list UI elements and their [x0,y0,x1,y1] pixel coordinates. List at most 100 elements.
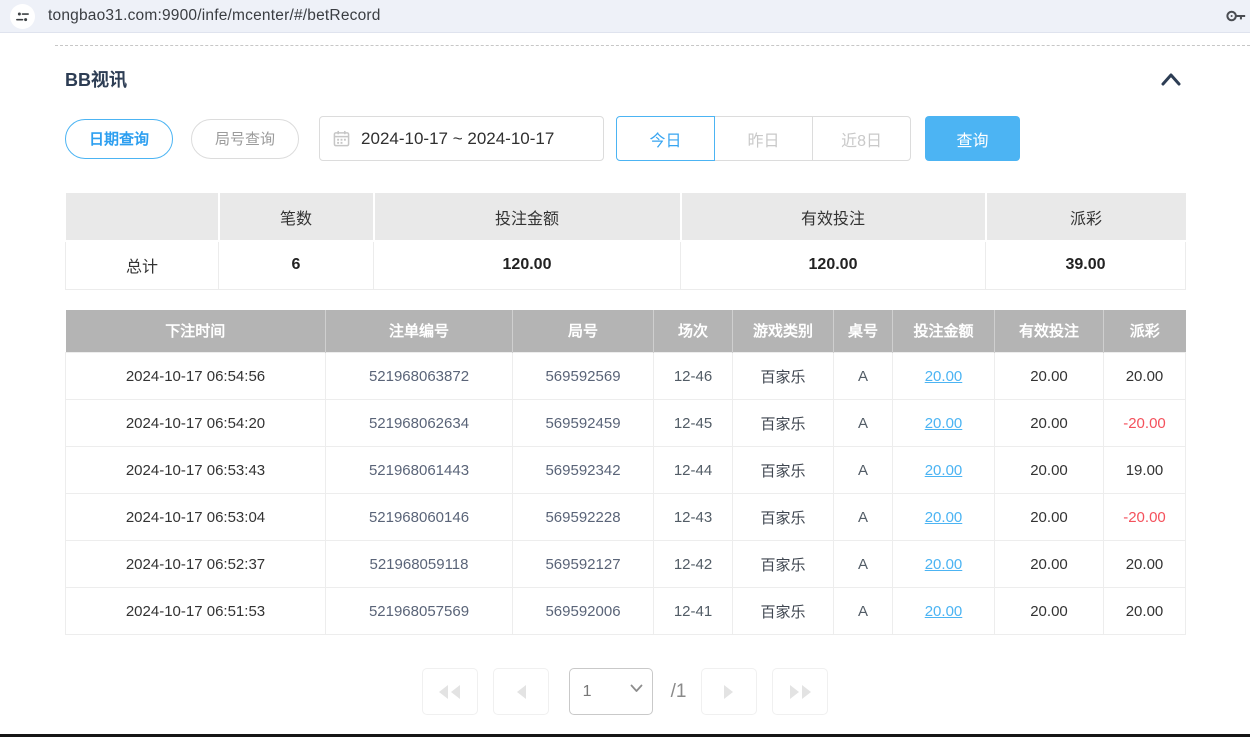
summary-header-empty [66,193,219,241]
bet-amount-link[interactable]: 20.00 [925,415,963,432]
bet-time-cell: 2024-10-17 06:51:53 [66,588,326,635]
order-number-cell: 521968062634 [326,400,513,447]
double-right-arrow-icon [787,684,813,700]
summary-header-valid-bet: 有效投注 [681,193,986,241]
quick-date-group: 今日 昨日 近8日 [616,116,911,161]
bet-amount-link[interactable]: 20.00 [925,509,963,526]
summary-header-count: 笔数 [219,193,374,241]
filter-toolbar: 日期查询 局号查询 2024-10-17 ~ 2024-10- [65,116,1185,161]
right-arrow-icon [722,684,736,700]
dashed-separator [55,45,1250,46]
table-row: 2024-10-17 06:54:20521968062634569592459… [66,400,1186,447]
session-cell: 12-46 [654,353,733,400]
page-select[interactable]: 1 [569,668,653,715]
session-cell: 12-41 [654,588,733,635]
summary-header-payout: 派彩 [986,193,1186,241]
collapse-section-button[interactable] [1157,69,1185,89]
game-type-cell: 百家乐 [733,494,834,541]
table-number-cell: A [834,400,893,447]
payout-cell: 20.00 [1104,588,1186,635]
payout-cell: 20.00 [1104,353,1186,400]
last-page-button[interactable] [772,668,828,715]
round-number-cell: 569592228 [513,494,654,541]
valid-bet-cell: 20.00 [995,588,1104,635]
bet-amount-link[interactable]: 20.00 [925,603,963,620]
order-number-cell: 521968061443 [326,447,513,494]
left-arrow-icon [514,684,528,700]
bet-amount-link[interactable]: 20.00 [925,462,963,479]
bet-amount-cell: 20.00 [893,541,995,588]
bet-time-cell: 2024-10-17 06:54:56 [66,353,326,400]
double-left-arrow-icon [437,684,463,700]
first-page-button[interactable] [422,668,478,715]
header-table-number: 桌号 [834,310,893,353]
round-number-cell: 569592006 [513,588,654,635]
address-bar-url[interactable]: tongbao31.com:9900/infe/mcenter/#/betRec… [48,7,1224,25]
search-button[interactable]: 查询 [925,116,1020,161]
yesterday-button[interactable]: 昨日 [714,116,813,161]
bet-amount-cell: 20.00 [893,494,995,541]
header-order-number: 注单编号 [326,310,513,353]
summary-total-row: 总计 6 120.00 120.00 39.00 [66,241,1186,289]
section-header: BB视讯 [65,66,1185,92]
game-type-cell: 百家乐 [733,400,834,447]
site-info-button[interactable] [10,4,35,29]
table-number-cell: A [834,588,893,635]
chevron-up-icon [1159,75,1183,90]
page-select-wrap: 1 [569,668,653,715]
payout-cell: -20.00 [1104,400,1186,447]
bet-time-cell: 2024-10-17 06:53:43 [66,447,326,494]
table-row: 2024-10-17 06:53:43521968061443569592342… [66,447,1186,494]
bet-time-cell: 2024-10-17 06:53:04 [66,494,326,541]
table-row: 2024-10-17 06:51:53521968057569569592006… [66,588,1186,635]
table-row: 2024-10-17 06:54:56521968063872569592569… [66,353,1186,400]
last-8-days-button[interactable]: 近8日 [812,116,911,161]
bet-table-header-row: 下注时间 注单编号 局号 场次 游戏类别 桌号 投注金额 有效投注 派彩 [66,310,1186,353]
today-button[interactable]: 今日 [616,116,715,161]
summary-count-value: 6 [219,241,374,289]
session-cell: 12-45 [654,400,733,447]
summary-table: 笔数 投注金额 有效投注 派彩 总计 6 120.00 120.00 39.00 [65,193,1186,290]
session-cell: 12-43 [654,494,733,541]
order-number-cell: 521968063872 [326,353,513,400]
round-query-tab[interactable]: 局号查询 [191,119,299,159]
header-bet-amount: 投注金额 [893,310,995,353]
header-round-number: 局号 [513,310,654,353]
summary-bet-amount-value: 120.00 [374,241,681,289]
bet-table-body: 2024-10-17 06:54:56521968063872569592569… [66,353,1186,635]
round-number-cell: 569592459 [513,400,654,447]
summary-header-row: 笔数 投注金额 有效投注 派彩 [66,193,1186,241]
round-number-cell: 569592127 [513,541,654,588]
round-number-cell: 569592342 [513,447,654,494]
bet-amount-cell: 20.00 [893,588,995,635]
bet-amount-link[interactable]: 20.00 [925,556,963,573]
total-pages-label: /1 [671,681,687,703]
header-valid-bet: 有效投注 [995,310,1104,353]
game-type-cell: 百家乐 [733,541,834,588]
session-cell: 12-42 [654,541,733,588]
payout-cell: 20.00 [1104,541,1186,588]
bet-amount-cell: 20.00 [893,447,995,494]
date-range-input[interactable]: 2024-10-17 ~ 2024-10-17 [319,116,604,161]
header-bet-time: 下注时间 [66,310,326,353]
calendar-icon [333,130,350,147]
next-page-button[interactable] [701,668,757,715]
table-number-cell: A [834,494,893,541]
bet-record-table: 下注时间 注单编号 局号 场次 游戏类别 桌号 投注金额 有效投注 派彩 202… [65,310,1186,636]
payout-cell: -20.00 [1104,494,1186,541]
password-key-button[interactable] [1224,7,1246,25]
valid-bet-cell: 20.00 [995,447,1104,494]
header-game-type: 游戏类别 [733,310,834,353]
valid-bet-cell: 20.00 [995,353,1104,400]
summary-valid-bet-value: 120.00 [681,241,986,289]
summary-total-label: 总计 [66,241,219,289]
date-query-tab[interactable]: 日期查询 [65,119,173,159]
pagination: 1 /1 [65,668,1185,715]
table-row: 2024-10-17 06:53:04521968060146569592228… [66,494,1186,541]
valid-bet-cell: 20.00 [995,494,1104,541]
order-number-cell: 521968057569 [326,588,513,635]
summary-header-bet-amount: 投注金额 [374,193,681,241]
previous-page-button[interactable] [493,668,549,715]
bet-amount-cell: 20.00 [893,400,995,447]
bet-amount-link[interactable]: 20.00 [925,368,963,385]
